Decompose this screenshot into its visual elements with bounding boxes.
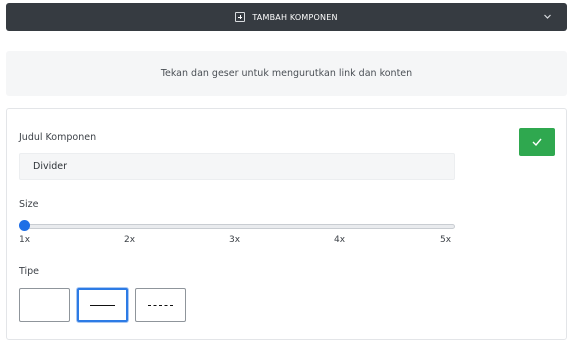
reorder-hint-text: Tekan dan geser untuk mengurutkan link d… <box>160 68 413 79</box>
reorder-hint: Tekan dan geser untuk mengurutkan link d… <box>6 51 567 96</box>
add-component-label: TAMBAH KOMPONEN <box>252 12 338 22</box>
type-option-solid[interactable] <box>77 288 128 322</box>
size-slider[interactable] <box>19 220 455 232</box>
add-component-bar[interactable]: TAMBAH KOMPONEN <box>6 3 567 31</box>
type-option-none[interactable] <box>19 288 70 322</box>
size-label: Size <box>19 199 39 210</box>
check-icon <box>532 138 542 146</box>
title-label: Judul Komponen <box>19 132 97 143</box>
dashed-line-preview <box>148 305 173 306</box>
size-tick-5x: 5x <box>440 235 452 245</box>
plus-square-icon <box>235 12 246 22</box>
size-tick-1x: 1x <box>19 235 31 245</box>
size-tick-4x: 4x <box>334 235 346 245</box>
size-slider-thumb[interactable] <box>19 220 30 231</box>
size-slider-track[interactable] <box>23 224 455 229</box>
confirm-button[interactable] <box>519 128 555 156</box>
size-tick-3x: 3x <box>229 235 241 245</box>
size-tick-2x: 2x <box>124 235 136 245</box>
chevron-down-icon[interactable] <box>544 13 551 20</box>
type-label: Tipe <box>19 266 40 277</box>
solid-line-preview <box>90 305 115 306</box>
type-option-dashed[interactable] <box>135 288 186 322</box>
title-input[interactable]: Divider <box>19 153 455 180</box>
divider-component-card: Judul Komponen Divider Size 1x 2x 3x 4x … <box>6 108 567 340</box>
